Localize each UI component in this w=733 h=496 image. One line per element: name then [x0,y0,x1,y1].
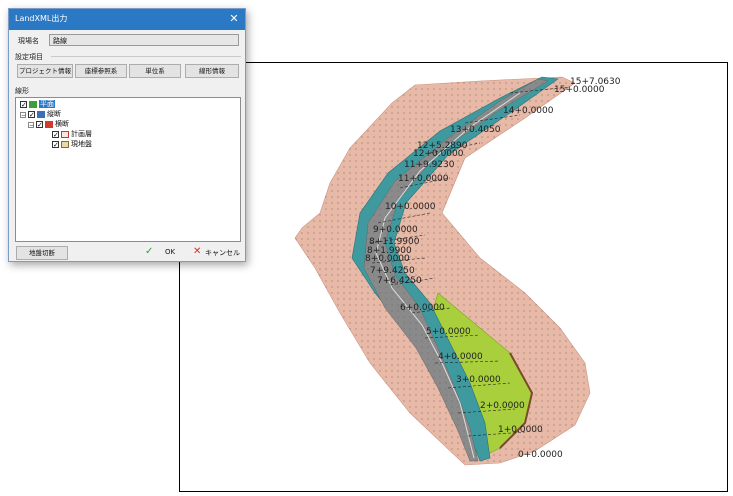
station-label: 11+9.9230 [404,160,455,170]
profile-icon [37,111,45,118]
alignment-tree[interactable]: ✓ 平面 − ✓ 縦断 − ✓ 横断 ✓ 計画層 ✓ 現地盤 [15,97,241,242]
site-name-input[interactable]: 路線 [49,34,239,46]
checkbox-root[interactable]: ✓ [20,101,27,109]
tree-node-design-layer[interactable]: 計画層 [71,129,92,139]
station-label: 9+0.0000 [373,225,418,235]
station-label: 11+0.0000 [398,174,449,184]
dialog-titlebar[interactable]: LandXML出力 ✕ [9,9,245,30]
close-icon[interactable]: ✕ [227,11,241,27]
station-label: 2+0.0000 [480,401,525,411]
tree-node-plan-label: 平面 [39,100,55,108]
landxml-export-dialog: LandXML出力 ✕ 現場名 路線 設定項目 プロジェクト情報 座標参照系 単… [8,8,246,262]
checkbox-cross-section[interactable]: ✓ [36,121,43,129]
expander-icon[interactable]: − [20,112,26,119]
ok-check-icon: ✓ [145,246,154,257]
station-label: 8+0.0000 [365,254,410,264]
plan-icon [29,101,37,108]
group-divider [51,56,241,57]
station-label: 3+0.0000 [456,375,501,385]
station-label: 13+0.4050 [450,125,501,135]
station-label: 0+0.0000 [518,450,563,460]
cancel-x-icon: ✕ [193,246,202,257]
station-label: 6+0.0000 [400,303,445,313]
checkbox-design-layer[interactable]: ✓ [52,131,59,139]
expander-icon[interactable]: − [28,122,34,129]
site-name-label: 現場名 [18,37,39,45]
alignment-info-button[interactable]: 線形情報 [185,64,239,78]
station-label: 12+0.0000 [413,149,464,159]
3d-viewport[interactable]: 15+7.0630 15+0.0000 14+0.0000 13+0.4050 … [179,62,728,492]
settings-group-label: 設定項目 [15,53,43,61]
checkbox-existing-ground[interactable]: ✓ [52,141,59,149]
alignment-group-label: 線形 [15,87,29,95]
coord-system-button[interactable]: 座標参照系 [75,64,127,78]
unit-system-button[interactable]: 単位系 [129,64,181,78]
station-label: 7+9.4250 [370,266,415,276]
tree-node-cross-section[interactable]: 横断 [55,119,69,129]
project-info-button[interactable]: プロジェクト情報 [17,64,73,78]
station-label: 14+0.0000 [503,106,554,116]
existing-ground-icon [61,141,69,148]
cancel-button[interactable]: キャンセル [205,248,240,258]
ground-cut-button[interactable]: 地盤切断 [16,246,68,260]
tree-node-existing-ground[interactable]: 現地盤 [71,139,92,149]
station-label: 15+0.0000 [554,85,605,95]
ok-button[interactable]: OK [165,248,175,256]
station-label: 4+0.0000 [438,352,483,362]
design-layer-icon [61,131,69,138]
station-label: 1+0.0000 [498,425,543,435]
checkbox-profile[interactable]: ✓ [28,111,35,119]
tree-node-profile[interactable]: 縦断 [47,109,61,119]
tree-node-plan[interactable]: 平面 [39,99,55,109]
station-label: 5+0.0000 [426,327,471,337]
cross-section-icon [45,121,53,128]
station-label: 10+0.0000 [385,202,436,212]
station-label: 7+6.4250 [377,276,422,286]
dialog-title: LandXML出力 [15,14,68,23]
